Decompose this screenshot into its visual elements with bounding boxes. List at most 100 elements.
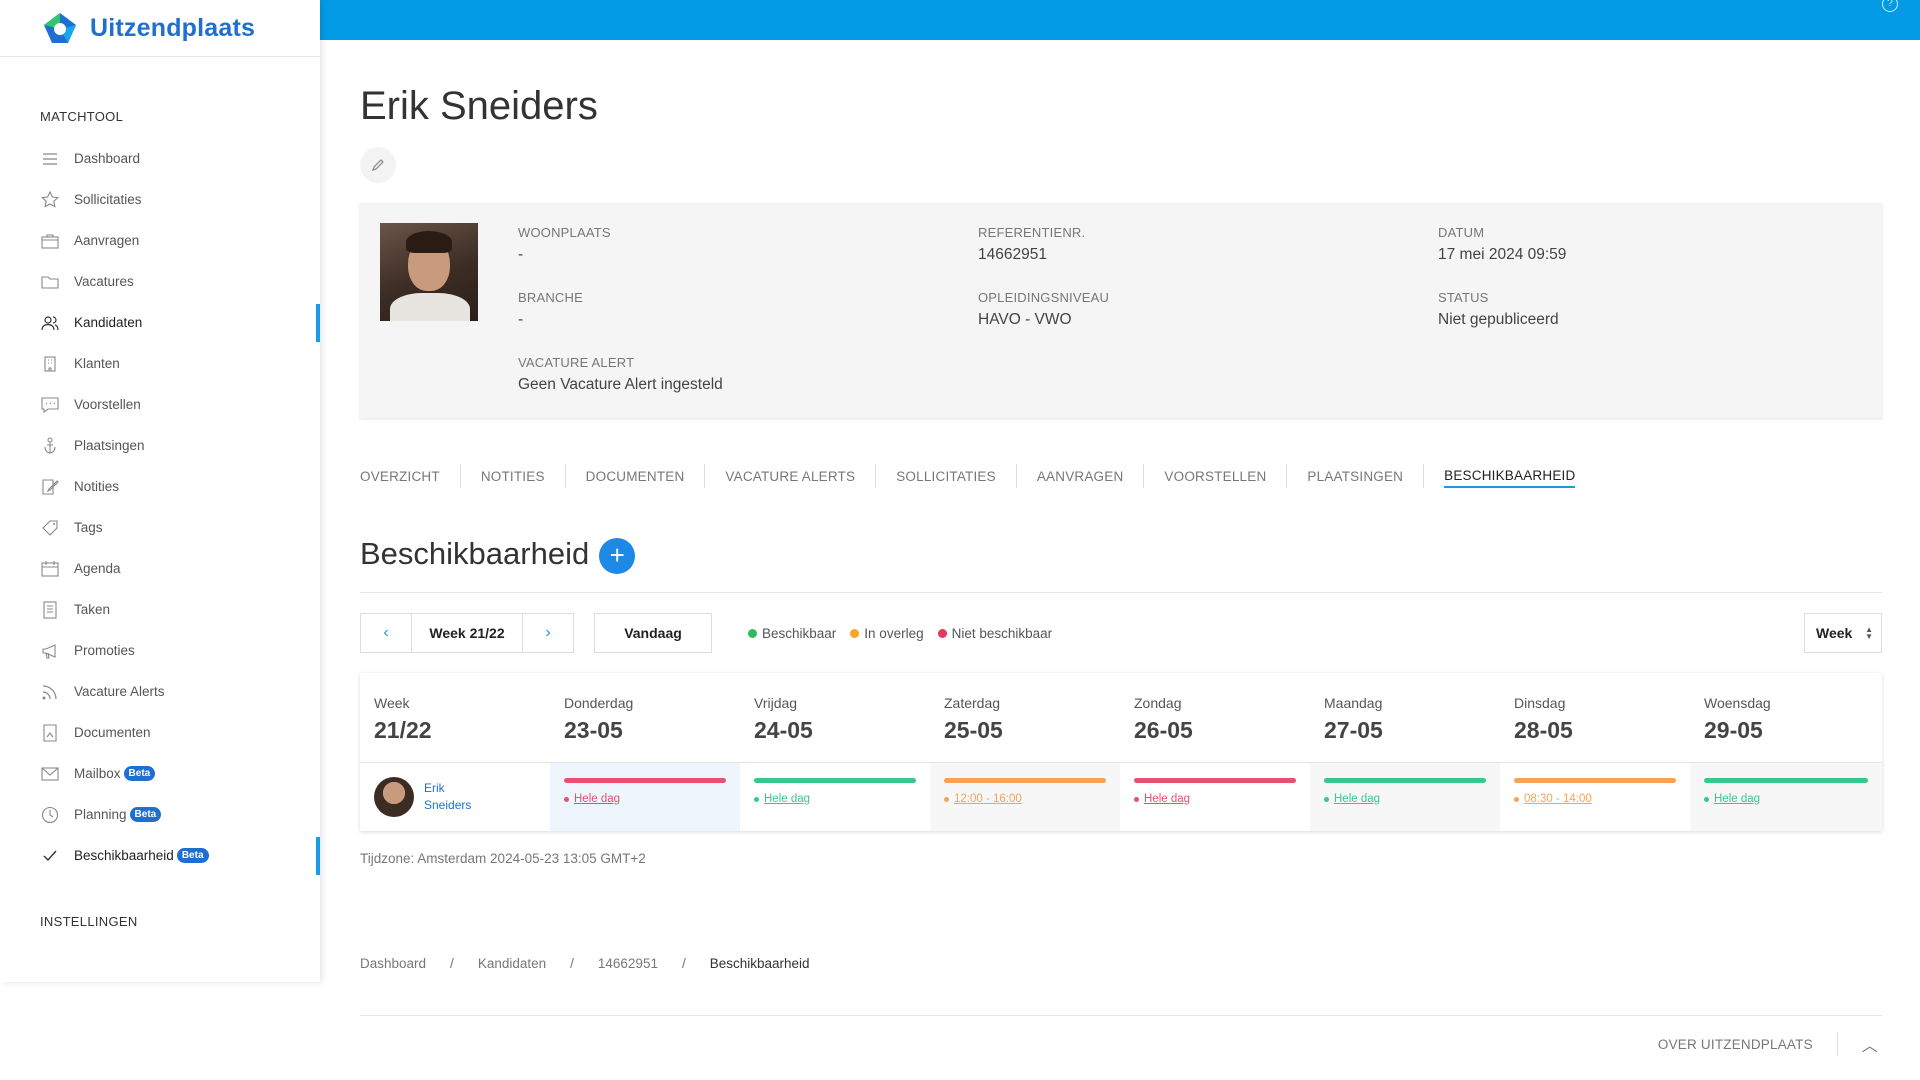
candidate-name-link[interactable]: Erik Sneiders: [424, 780, 471, 814]
week-label: Week 21/22: [411, 614, 523, 652]
help-icon[interactable]: ?: [1882, 0, 1898, 12]
sidebar-item-planning[interactable]: Planning Beta: [0, 794, 320, 835]
nav-list: Dashboard Sollicitaties Aanvragen Vacatures…: [0, 138, 320, 876]
field-label: BRANCHE: [518, 290, 583, 305]
sidebar-item-taken[interactable]: Taken: [0, 589, 320, 630]
day-date: 29-05: [1704, 717, 1763, 743]
chevron-up-icon[interactable]: ︿: [1862, 1032, 1878, 1056]
candidate-cell[interactable]: Erik Sneiders: [360, 763, 550, 831]
legend-label: Beschikbaar: [762, 625, 837, 641]
tab-overzicht[interactable]: OVERZICHT: [360, 464, 460, 488]
availability-slot[interactable]: Hele dag: [1324, 793, 1380, 805]
field-value: 14662951: [978, 246, 1047, 263]
sidebar-item-label: Planning: [74, 807, 127, 822]
megaphone-icon: [40, 641, 60, 661]
field-label: VACATURE ALERT: [518, 355, 635, 370]
next-week-button[interactable]: ›: [523, 614, 573, 652]
day-name: Donderdag: [564, 695, 634, 711]
field-opleidingsniveau: OPLEIDINGSNIVEAU HAVO - VWO: [978, 290, 1109, 329]
sidebar-item-aanvragen[interactable]: Aanvragen: [0, 220, 320, 261]
tab-documenten[interactable]: DOCUMENTEN: [564, 464, 705, 488]
field-value: -: [518, 246, 524, 263]
field-value: Niet gepubliceerd: [1438, 311, 1559, 328]
breadcrumb-item[interactable]: Kandidaten: [478, 956, 546, 971]
availability-time-link: 12:00 - 16:00: [954, 793, 1022, 805]
sidebar-item-label: Aanvragen: [74, 233, 140, 248]
sidebar-item-label: Notities: [74, 479, 120, 494]
sidebar-item-label: Vacature Alerts: [74, 684, 165, 699]
calendar-icon: [40, 559, 60, 579]
sidebar-item-documenten[interactable]: Documenten: [0, 712, 320, 753]
tab-plaatsingen[interactable]: PLAATSINGEN: [1286, 464, 1423, 488]
logo[interactable]: Uitzendplaats: [0, 0, 320, 57]
sidebar-item-beschikbaarheid[interactable]: Beschikbaarheid Beta: [0, 835, 320, 876]
sidebar-item-mailbox[interactable]: Mailbox Beta: [0, 753, 320, 794]
edit-button[interactable]: [360, 147, 396, 183]
availability-cell[interactable]: 08:30 - 14:00: [1500, 763, 1690, 831]
sidebar-item-voorstellen[interactable]: Voorstellen: [0, 384, 320, 425]
avatar: [374, 777, 414, 817]
view-select-value: Week: [1816, 625, 1853, 641]
sidebar-item-label: Voorstellen: [74, 397, 141, 412]
sidebar-item-vacatures[interactable]: Vacatures: [0, 261, 320, 302]
tab-label: VOORSTELLEN: [1164, 468, 1267, 484]
availability-cell[interactable]: Hele dag: [740, 763, 930, 831]
sidebar-item-label: Dashboard: [74, 151, 141, 166]
availability-slot[interactable]: 12:00 - 16:00: [944, 793, 1022, 805]
day-date: 26-05: [1134, 717, 1193, 743]
sidebar-item-sollicitaties[interactable]: Sollicitaties: [0, 179, 320, 220]
availability-cell[interactable]: Hele dag: [1690, 763, 1882, 831]
view-select[interactable]: Week ▲ ▼: [1804, 613, 1882, 653]
sidebar-item-label: Beschikbaarheid: [74, 848, 174, 863]
availability-slot[interactable]: 08:30 - 14:00: [1514, 793, 1592, 805]
availability-slot[interactable]: Hele dag: [754, 793, 810, 805]
tab-aanvragen[interactable]: AANVRAGEN: [1015, 464, 1144, 488]
sidebar-item-agenda[interactable]: Agenda: [0, 548, 320, 589]
legend-label: In overleg: [864, 625, 924, 641]
tab-notities[interactable]: NOTITIES: [459, 464, 565, 488]
document-icon: [40, 723, 60, 743]
about-link[interactable]: OVER UITZENDPLAATS: [1658, 1037, 1813, 1052]
sidebar-item-dashboard[interactable]: Dashboard: [0, 138, 320, 179]
availability-slot[interactable]: Hele dag: [564, 793, 620, 805]
tab-voorstellen[interactable]: VOORSTELLEN: [1143, 464, 1286, 488]
breadcrumb-item[interactable]: Dashboard: [360, 956, 426, 971]
availability-time-link: Hele dag: [1714, 793, 1761, 805]
pencil-icon: [372, 159, 384, 171]
candidate-availability-row: Erik Sneiders Hele dag Hele dag 12:00 - 16…: [360, 763, 1882, 831]
sidebar-item-kandidaten[interactable]: Kandidaten: [0, 302, 320, 343]
sidebar-item-klanten[interactable]: Klanten: [0, 343, 320, 384]
availability-time-link: Hele dag: [574, 793, 621, 805]
breadcrumb-item[interactable]: 14662951: [598, 956, 658, 971]
availability-bar: [1324, 778, 1486, 783]
availability-bar: [1704, 778, 1868, 783]
sidebar-item-notities[interactable]: Notities: [0, 466, 320, 507]
sidebar-item-tags[interactable]: Tags: [0, 507, 320, 548]
calendar-toolbar: ‹ Week 21/22 › Vandaag Beschikbaar In ove…: [360, 613, 1882, 653]
availability-time-link: Hele dag: [1144, 793, 1191, 805]
field-branche: BRANCHE -: [518, 290, 583, 329]
sidebar-item-plaatsingen[interactable]: Plaatsingen: [0, 425, 320, 466]
day-name: Woensdag: [1704, 695, 1771, 711]
tab-vacature-alerts[interactable]: VACATURE ALERTS: [704, 464, 875, 488]
field-label: WOONPLAATS: [518, 225, 611, 240]
availability-cell[interactable]: Hele dag: [550, 763, 740, 831]
availability-slot[interactable]: Hele dag: [1134, 793, 1190, 805]
beta-badge: Beta: [123, 766, 156, 781]
tab-sollicitaties[interactable]: SOLLICITATIES: [875, 464, 1016, 488]
today-button[interactable]: Vandaag: [594, 613, 712, 653]
availability-cell[interactable]: 12:00 - 16:00: [930, 763, 1120, 831]
day-date: 24-05: [754, 717, 813, 743]
breadcrumb-separator: /: [570, 956, 574, 971]
sidebar-item-vacature-alerts[interactable]: Vacature Alerts: [0, 671, 320, 712]
tab-beschikbaarheid[interactable]: BESCHIKBAARHEID: [1423, 464, 1595, 488]
field-woonplaats: WOONPLAATS -: [518, 225, 611, 264]
prev-week-button[interactable]: ‹: [361, 614, 411, 652]
section-header: Beschikbaarheid +: [360, 530, 1882, 593]
add-availability-button[interactable]: +: [599, 538, 636, 574]
availability-slot[interactable]: Hele dag: [1704, 793, 1760, 805]
availability-cell[interactable]: Hele dag: [1310, 763, 1500, 831]
availability-cell[interactable]: Hele dag: [1120, 763, 1310, 831]
nav-section-settings[interactable]: INSTELLINGEN: [0, 914, 320, 929]
sidebar-item-promoties[interactable]: Promoties: [0, 630, 320, 671]
